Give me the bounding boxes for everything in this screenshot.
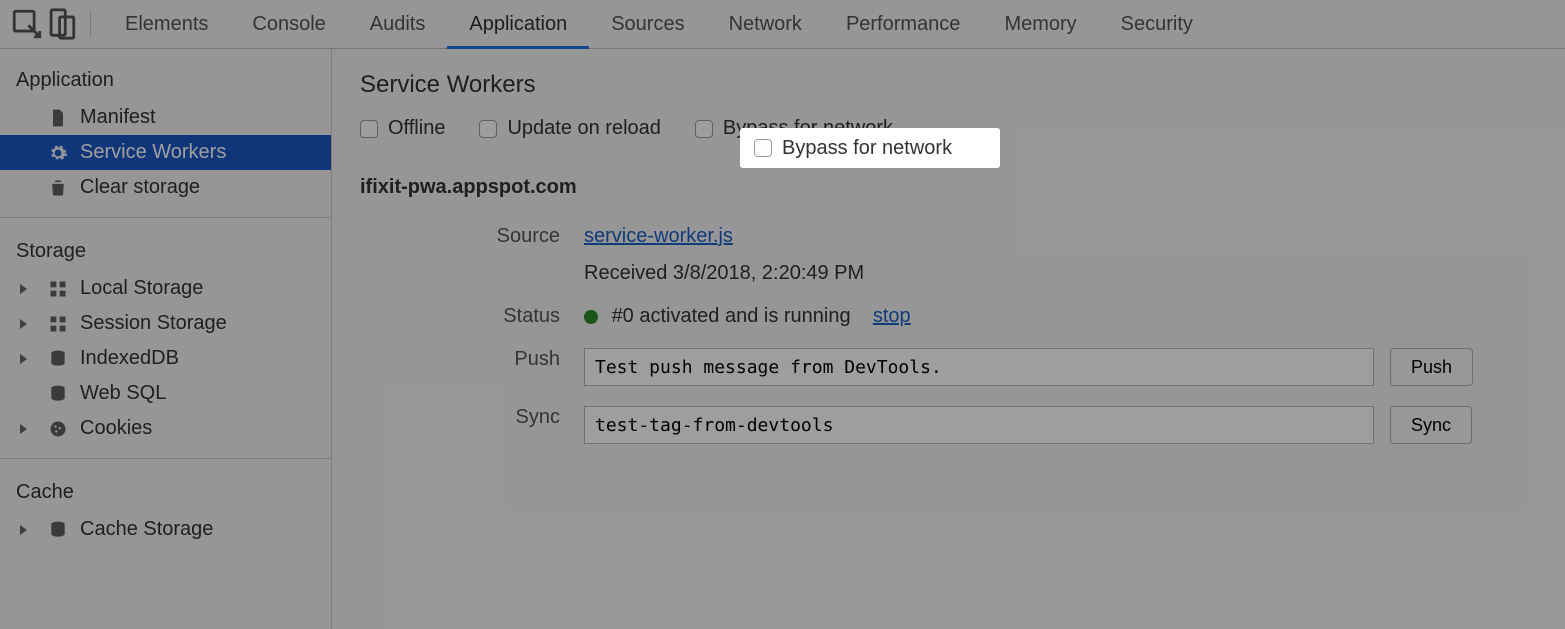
tab-application[interactable]: Application <box>447 0 589 49</box>
expand-arrow-icon <box>20 525 27 535</box>
cookie-icon <box>48 419 68 439</box>
application-sidebar: Application Manifest Service Workers Clear … <box>0 49 332 629</box>
sidebar-item-clear-storage[interactable]: Clear storage <box>0 170 331 205</box>
push-label: Push <box>360 348 560 371</box>
stop-link[interactable]: stop <box>873 305 911 327</box>
push-button[interactable]: Push <box>1390 348 1473 386</box>
sidebar-item-label: Cache Storage <box>80 518 213 541</box>
sidebar-item-service-workers[interactable]: Service Workers <box>0 135 331 170</box>
inspect-icon[interactable] <box>10 7 44 41</box>
sw-options-row: Offline Update on reload Bypass for netw… <box>360 117 1537 140</box>
grid-icon <box>48 314 68 334</box>
sidebar-item-manifest[interactable]: Manifest <box>0 100 331 135</box>
devtools-tabbar: ElementsConsoleAuditsApplicationSourcesN… <box>0 0 1565 49</box>
bypass-for-network-label: Bypass for network <box>723 117 893 140</box>
source-label: Source <box>360 225 560 248</box>
sync-input[interactable] <box>584 406 1374 444</box>
expand-arrow-icon <box>20 319 27 329</box>
offline-label: Offline <box>388 117 445 140</box>
sidebar-item-label: IndexedDB <box>80 347 179 370</box>
bypass-for-network-checkbox[interactable]: Bypass for network <box>695 117 893 140</box>
status-dot-icon <box>584 310 598 324</box>
tab-audits[interactable]: Audits <box>348 0 448 49</box>
offline-checkbox[interactable]: Offline <box>360 117 445 140</box>
sidebar-item-label: Local Storage <box>80 277 203 300</box>
trash-icon <box>48 178 68 198</box>
tab-network[interactable]: Network <box>707 0 824 49</box>
sync-button[interactable]: Sync <box>1390 406 1472 444</box>
sidebar-item-local-storage[interactable]: Local Storage <box>0 271 331 306</box>
update-on-reload-checkbox[interactable]: Update on reload <box>479 117 660 140</box>
sidebar-item-label: Service Workers <box>80 141 226 164</box>
expand-arrow-icon <box>20 424 27 434</box>
tab-performance[interactable]: Performance <box>824 0 983 49</box>
sidebar-item-web-sql[interactable]: Web SQL <box>0 376 331 411</box>
db-icon <box>48 349 68 369</box>
checkbox-icon <box>695 120 713 138</box>
panel-title: Service Workers <box>360 71 1537 99</box>
sidebar-section-storage: Storage <box>0 230 331 271</box>
sidebar-item-label: Manifest <box>80 106 156 129</box>
tab-console[interactable]: Console <box>230 0 347 49</box>
sidebar-item-label: Cookies <box>80 417 152 440</box>
gear-icon <box>48 143 68 163</box>
tab-sources[interactable]: Sources <box>589 0 706 49</box>
tab-memory[interactable]: Memory <box>982 0 1098 49</box>
sidebar-section-cache: Cache <box>0 471 331 512</box>
push-input[interactable] <box>584 348 1374 386</box>
db-icon <box>48 384 68 404</box>
checkbox-icon <box>360 120 378 138</box>
sync-label: Sync <box>360 406 560 429</box>
source-link[interactable]: service-worker.js <box>584 225 1537 248</box>
expand-arrow-icon <box>20 354 27 364</box>
sidebar-item-indexeddb[interactable]: IndexedDB <box>0 341 331 376</box>
db-icon <box>48 520 68 540</box>
status-label: Status <box>360 305 560 328</box>
sidebar-item-label: Web SQL <box>80 382 166 405</box>
tab-elements[interactable]: Elements <box>103 0 230 49</box>
checkbox-icon <box>479 120 497 138</box>
expand-arrow-icon <box>20 284 27 294</box>
service-workers-panel: Service Workers Offline Update on reload… <box>332 49 1565 629</box>
sidebar-item-label: Session Storage <box>80 312 227 335</box>
grid-icon <box>48 279 68 299</box>
device-toggle-icon[interactable] <box>44 7 78 41</box>
sidebar-section-application: Application <box>0 59 331 100</box>
sidebar-item-label: Clear storage <box>80 176 200 199</box>
sidebar-item-session-storage[interactable]: Session Storage <box>0 306 331 341</box>
file-icon <box>48 108 68 128</box>
update-on-reload-label: Update on reload <box>507 117 660 140</box>
status-text: #0 activated and is running <box>612 305 851 327</box>
sidebar-item-cookies[interactable]: Cookies <box>0 411 331 446</box>
separator <box>90 10 91 38</box>
received-text: Received 3/8/2018, 2:20:49 PM <box>584 262 1537 285</box>
sidebar-item-cache-storage[interactable]: Cache Storage <box>0 512 331 547</box>
tab-security[interactable]: Security <box>1099 0 1215 49</box>
sw-origin: ifixit-pwa.appspot.com <box>360 176 1537 199</box>
